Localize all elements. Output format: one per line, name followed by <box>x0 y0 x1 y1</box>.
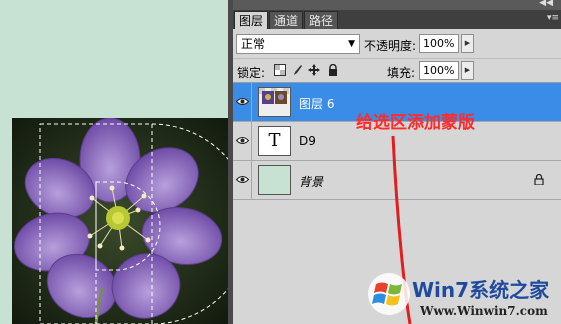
visibility-toggle[interactable] <box>233 83 252 121</box>
blend-mode-select[interactable]: 正常 ▼ <box>236 34 360 54</box>
text-layer-icon: T <box>268 130 281 151</box>
layer-row-background[interactable]: 背景 <box>233 161 561 200</box>
tab-paths[interactable]: 路径 <box>304 11 338 29</box>
opacity-input[interactable]: 100% <box>419 34 459 53</box>
panel-menu-icon[interactable]: ▾≡ <box>547 13 559 23</box>
annotation-text: 给选区添加蒙版 <box>356 113 475 133</box>
watermark: Win7系统之家 Www.Winwin7.com <box>362 270 558 322</box>
watermark-url: Www.Winwin7.com <box>420 304 548 318</box>
layer-thumbnail <box>258 87 291 117</box>
layer-name: D9 <box>299 134 316 148</box>
flower-photo[interactable] <box>12 118 228 324</box>
windows-logo-icon <box>368 273 410 315</box>
lock-paint-icon[interactable] <box>291 64 303 76</box>
lock-move-icon[interactable] <box>308 64 320 76</box>
double-chevron-icon[interactable]: ◀◀ <box>539 0 553 8</box>
tab-layers[interactable]: 图层 <box>234 11 268 29</box>
layer-name: 背景 <box>299 175 324 189</box>
visibility-toggle[interactable] <box>233 161 252 199</box>
lock-row: 锁定: 填充: 100% ▶ <box>233 59 561 83</box>
eye-icon <box>236 137 249 144</box>
lock-icon <box>534 174 544 185</box>
blend-mode-value: 正常 <box>241 37 266 51</box>
layer-thumbnail <box>258 165 291 195</box>
tab-channels[interactable]: 通道 <box>269 11 303 29</box>
lock-all-icon[interactable] <box>327 64 339 76</box>
lock-label: 锁定: <box>237 66 266 80</box>
fill-slider-button[interactable]: ▶ <box>461 61 474 80</box>
fill-label: 填充: <box>387 66 416 80</box>
visibility-toggle[interactable] <box>233 122 252 160</box>
watermark-brand: Win7系统之家 <box>412 278 550 302</box>
eye-icon <box>236 98 249 105</box>
layer-name: 图层 6 <box>299 97 335 111</box>
panel-topbar: ◀◀ <box>233 0 561 10</box>
panel-tabbar: 图层 通道 路径 ▾≡ <box>233 10 561 29</box>
lock-transparent-icon[interactable] <box>274 64 286 76</box>
opacity-slider-button[interactable]: ▶ <box>461 34 474 53</box>
opacity-label: 不透明度: <box>364 39 417 53</box>
fill-input[interactable]: 100% <box>419 61 459 80</box>
canvas-area[interactable] <box>0 0 228 324</box>
text-layer-thumbnail: T <box>258 126 291 156</box>
eye-icon <box>236 176 249 183</box>
chevron-down-icon: ▼ <box>348 39 355 49</box>
blend-row: 正常 ▼ 不透明度: 100% ▶ <box>233 29 561 59</box>
